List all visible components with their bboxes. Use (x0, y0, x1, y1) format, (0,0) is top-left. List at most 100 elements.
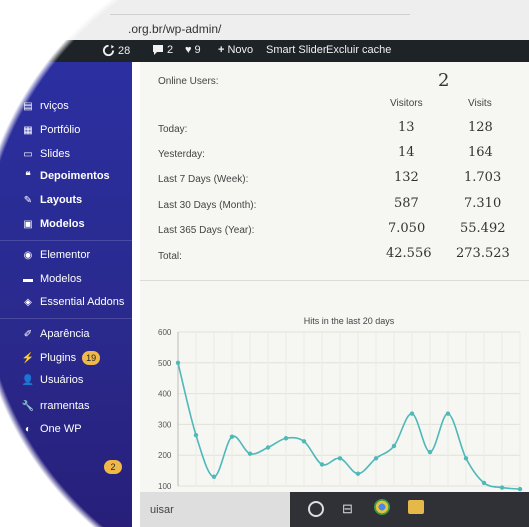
sidebar-item-label: rramentas (40, 400, 90, 412)
data-point (319, 462, 325, 467)
visitors-today: 13 (398, 120, 415, 135)
visits-year: 55.492 (460, 221, 506, 236)
sidebar-item-one-wp[interactable]: ◐ One WP (22, 423, 82, 435)
sidebar-item-modelos-elementor[interactable]: ▬ Modelos (22, 273, 82, 285)
sidebar-item-label: Plugins (40, 352, 77, 364)
wp-admin-bar: 28 2 ♥ 9 + Novo Smart Slider Excluir cac… (0, 40, 529, 62)
y-tick-label: 600 (158, 328, 172, 337)
row-label-month: Last 30 Days (Month): (158, 200, 257, 211)
data-point (265, 445, 271, 450)
data-point (337, 456, 343, 461)
y-tick-label: 200 (158, 451, 172, 460)
data-point (229, 434, 235, 439)
visitors-column-header: Visitors (390, 98, 423, 109)
hits-line-chart: Hits in the last 20 days 600 500 400 300 200 1… (158, 316, 523, 492)
row-label-week: Last 7 Days (Week): (158, 174, 249, 185)
online-users-value: 2 (438, 70, 450, 91)
y-tick-label: 400 (158, 390, 172, 399)
sidebar-item-label: Modelos (40, 218, 85, 230)
slides-icon: ▭ (23, 148, 33, 160)
visitors-year: 7.050 (388, 221, 426, 236)
sidebar-item-label: Aparência (40, 328, 90, 340)
visitors-week: 132 (394, 170, 419, 185)
data-point (517, 486, 523, 492)
url-text[interactable]: .org.br/wp-admin/ (128, 22, 221, 36)
likes-count: 9 (194, 44, 201, 56)
smart-slider-label: Smart Slider (266, 44, 327, 56)
sidebar-separator (0, 318, 132, 319)
plus-icon: + (218, 44, 225, 56)
comment-icon (153, 45, 163, 55)
data-point (283, 436, 289, 441)
visits-total: 273.523 (456, 246, 510, 261)
sidebar-item-layouts[interactable]: ✎ Layouts (22, 194, 82, 206)
sidebar-item-label: Depoimentos (40, 170, 110, 182)
cortana-icon[interactable] (308, 501, 324, 517)
sidebar-item-label: rviços (40, 100, 69, 112)
os-taskbar: uisar ⊟ (140, 492, 529, 527)
chrome-icon[interactable] (374, 499, 390, 515)
bottom-badge: 2 (104, 460, 122, 474)
comments-count: 2 (167, 44, 174, 56)
online-users-label: Online Users: (158, 76, 219, 87)
sidebar-item-ferramentas[interactable]: 🔧 rramentas (22, 400, 90, 412)
visits-yesterday: 164 (468, 145, 493, 160)
sidebar-item-modelos[interactable]: ▣ Modelos (22, 218, 85, 230)
sidebar-item-label: Modelos (40, 273, 82, 285)
pages-icon: ▤ (23, 100, 33, 112)
series-line (177, 362, 521, 490)
sidebar-item-usuarios[interactable]: 👤 Usuários (22, 374, 84, 386)
sidebar-item-portfolio[interactable]: ▦ Portfólio (22, 124, 80, 136)
tab-divider (110, 14, 410, 15)
addons-icon: ◈ (24, 296, 32, 308)
sidebar-item-depoimentos[interactable]: ❝ Depoimentos (22, 170, 110, 182)
chart-title: Hits in the last 20 days (304, 316, 395, 326)
plugins-update-badge: 19 (82, 351, 101, 365)
refresh-icon (102, 44, 115, 57)
task-view-icon[interactable]: ⊟ (342, 501, 353, 517)
browser-address-bar[interactable]: .org.br/wp-admin/ (0, 0, 529, 40)
row-label-year: Last 365 Days (Year): (158, 225, 255, 236)
new-content-link[interactable]: + Novo (218, 44, 253, 56)
data-point (355, 471, 361, 476)
sidebar-separator (0, 240, 132, 241)
visitors-month: 587 (394, 196, 419, 211)
likes-link[interactable]: ♥ 9 (185, 44, 201, 56)
taskbar-search-field[interactable]: uisar (150, 504, 174, 516)
data-point (175, 360, 181, 365)
updates-link[interactable]: 28 (102, 44, 130, 57)
updates-count: 28 (118, 44, 131, 57)
quote-icon: ❝ (25, 170, 31, 182)
sidebar-item-essential-addons[interactable]: ◈ Essential Addons (22, 296, 124, 308)
y-tick-label: 100 (158, 482, 172, 491)
row-label-total: Total: (158, 251, 182, 262)
sidebar-item-plugins[interactable]: ⚡ Plugins 19 (22, 351, 101, 365)
sidebar-item-servicos[interactable]: ▤ rviços (22, 100, 69, 112)
tools-icon: 🔧 (21, 400, 35, 412)
data-point (211, 474, 217, 479)
sidebar-bottom-badge: 2 (104, 460, 122, 474)
onewp-icon: ◐ (24, 423, 32, 435)
sidebar-item-label: Elementor (40, 249, 91, 261)
sidebar-item-elementor[interactable]: ◉ Elementor (22, 249, 91, 261)
clear-cache-link[interactable]: Excluir cache (326, 44, 391, 56)
clear-cache-label: Excluir cache (326, 44, 392, 56)
section-divider (140, 280, 529, 281)
templates-icon: ▣ (23, 218, 33, 230)
data-point (391, 443, 397, 449)
sidebar-item-aparencia[interactable]: ✐ Aparência (22, 328, 90, 340)
data-point (499, 485, 505, 490)
visitors-yesterday: 14 (398, 145, 415, 160)
layouts-icon: ✎ (23, 194, 33, 206)
folder-icon: ▬ (23, 273, 33, 285)
visits-column-header: Visits (468, 98, 492, 109)
y-tick-label: 500 (158, 359, 172, 368)
data-point (193, 432, 199, 438)
visitors-total: 42.556 (386, 246, 432, 261)
sidebar-item-slides[interactable]: ▭ Slides (22, 148, 70, 160)
comments-link[interactable]: 2 (152, 44, 173, 56)
file-explorer-icon[interactable] (408, 500, 424, 514)
smart-slider-link[interactable]: Smart Slider (266, 44, 327, 56)
sidebar-item-label: One WP (40, 423, 82, 435)
data-point (247, 451, 253, 456)
